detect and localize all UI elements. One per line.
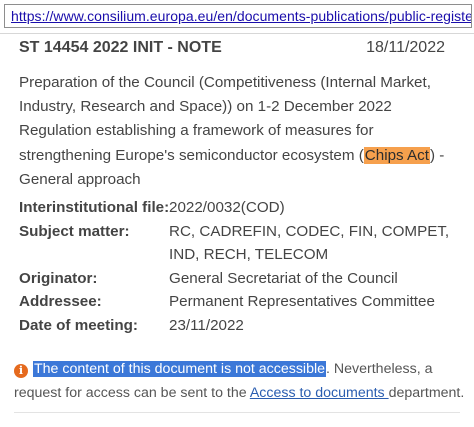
meta-label: Interinstitutional file: — [19, 199, 170, 216]
meta-value: 2022/0032(COD) — [169, 199, 285, 216]
title-line: Regulation establishing a framework of m… — [19, 122, 374, 140]
document-title: Preparation of the Council (Competitiven… — [19, 71, 459, 192]
title-text: strengthening Europe's semiconductor eco… — [19, 146, 364, 164]
meta-label: Originator: — [19, 269, 98, 287]
selected-text: The content of this document is not acce… — [33, 361, 327, 377]
address-bar: https://www.consilium.europa.eu/en/docum… — [0, 0, 474, 34]
meta-value: RC, CADREFIN, CODEC, FIN, COMPET, — [169, 222, 450, 240]
document-header: ST 14454 2022 INIT - NOTE 18/11/2022 — [19, 38, 445, 62]
divider — [14, 412, 460, 413]
meta-label: Date of meeting: — [19, 316, 138, 334]
notice-line: request for access can be sent to the Ac… — [14, 381, 464, 405]
document-id: ST 14454 2022 INIT - NOTE — [19, 39, 222, 56]
document-metadata: Interinstitutional file: 2022/0032(COD) … — [19, 196, 459, 337]
notice-text: request for access can be sent to the — [14, 385, 250, 401]
meta-value: 23/11/2022 — [169, 316, 244, 334]
notice-line: i The content of this document is not acc… — [14, 357, 464, 381]
title-line: Preparation of the Council (Competitiven… — [19, 74, 431, 91]
meta-row-interinstitutional-file: Interinstitutional file: 2022/0032(COD) — [19, 196, 459, 220]
url-link[interactable]: https://www.consilium.europa.eu/en/docum… — [11, 8, 471, 24]
meta-label: Subject matter: — [19, 222, 130, 240]
chips-act-highlight: Chips Act — [363, 146, 430, 164]
meta-row-addressee: Addressee: Permanent Representatives Com… — [19, 290, 459, 314]
address-field[interactable]: https://www.consilium.europa.eu/en/docum… — [4, 4, 472, 28]
title-text: ) - — [429, 146, 445, 164]
title-line: General approach — [19, 170, 141, 188]
meta-value: Permanent Representatives Committee — [169, 293, 435, 310]
meta-row-subject-matter: Subject matter: RC, CADREFIN, CODEC, FIN… — [19, 220, 459, 267]
access-notice: i The content of this document is not acc… — [14, 357, 464, 405]
meta-label: Addressee: — [19, 293, 102, 310]
meta-value: IND, RECH, TELECOM — [169, 246, 329, 263]
notice-text: department. — [388, 385, 465, 401]
info-icon: i — [14, 364, 28, 378]
access-to-documents-link[interactable]: Access to documents — [250, 385, 389, 401]
meta-value: General Secretariat of the Council — [169, 269, 398, 287]
meta-row-date-of-meeting: Date of meeting: 23/11/2022 — [19, 314, 459, 338]
notice-text: . Nevertheless, a — [326, 361, 433, 377]
document-date: 18/11/2022 — [366, 39, 445, 56]
title-line: Industry, Research and Space)) on 1-2 De… — [19, 98, 392, 116]
title-line: strengthening Europe's semiconductor eco… — [19, 144, 459, 168]
meta-row-originator: Originator: General Secretariat of the C… — [19, 267, 459, 291]
